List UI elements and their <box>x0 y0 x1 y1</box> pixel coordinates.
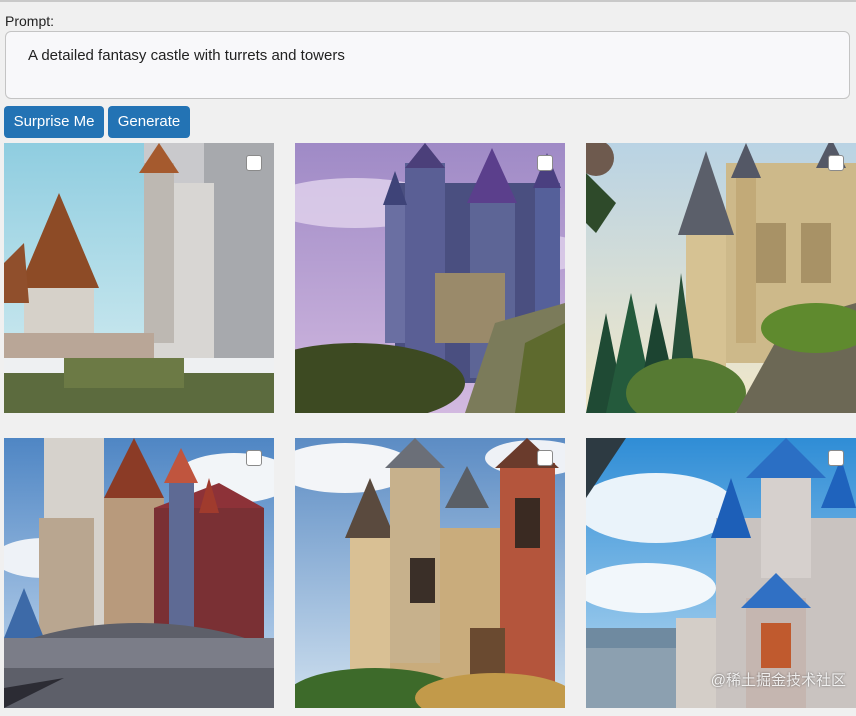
select-checkbox[interactable] <box>246 155 262 171</box>
generated-image-6[interactable]: @稀土掘金技术社区 <box>586 438 856 708</box>
generate-button[interactable]: Generate <box>108 106 190 138</box>
generated-image-1[interactable] <box>4 143 274 413</box>
castle-image <box>4 438 274 708</box>
castle-image <box>295 143 565 413</box>
castle-image <box>4 143 274 413</box>
generated-image-3[interactable] <box>586 143 856 413</box>
select-checkbox[interactable] <box>828 155 844 171</box>
watermark: @稀土掘金技术社区 <box>710 672 846 689</box>
prompt-label: Prompt: <box>5 13 55 29</box>
surprise-me-button[interactable]: Surprise Me <box>4 106 104 138</box>
top-border <box>0 0 856 2</box>
select-checkbox[interactable] <box>828 450 844 466</box>
castle-image <box>586 438 856 708</box>
prompt-input[interactable]: A detailed fantasy castle with turrets a… <box>5 31 850 99</box>
generated-image-4[interactable] <box>4 438 274 708</box>
prompt-input-text: A detailed fantasy castle with turrets a… <box>28 47 345 64</box>
generated-image-2[interactable] <box>295 143 565 413</box>
select-checkbox[interactable] <box>537 450 553 466</box>
castle-image <box>586 143 856 413</box>
generated-image-5[interactable] <box>295 438 565 708</box>
select-checkbox[interactable] <box>537 155 553 171</box>
castle-image <box>295 438 565 708</box>
select-checkbox[interactable] <box>246 450 262 466</box>
